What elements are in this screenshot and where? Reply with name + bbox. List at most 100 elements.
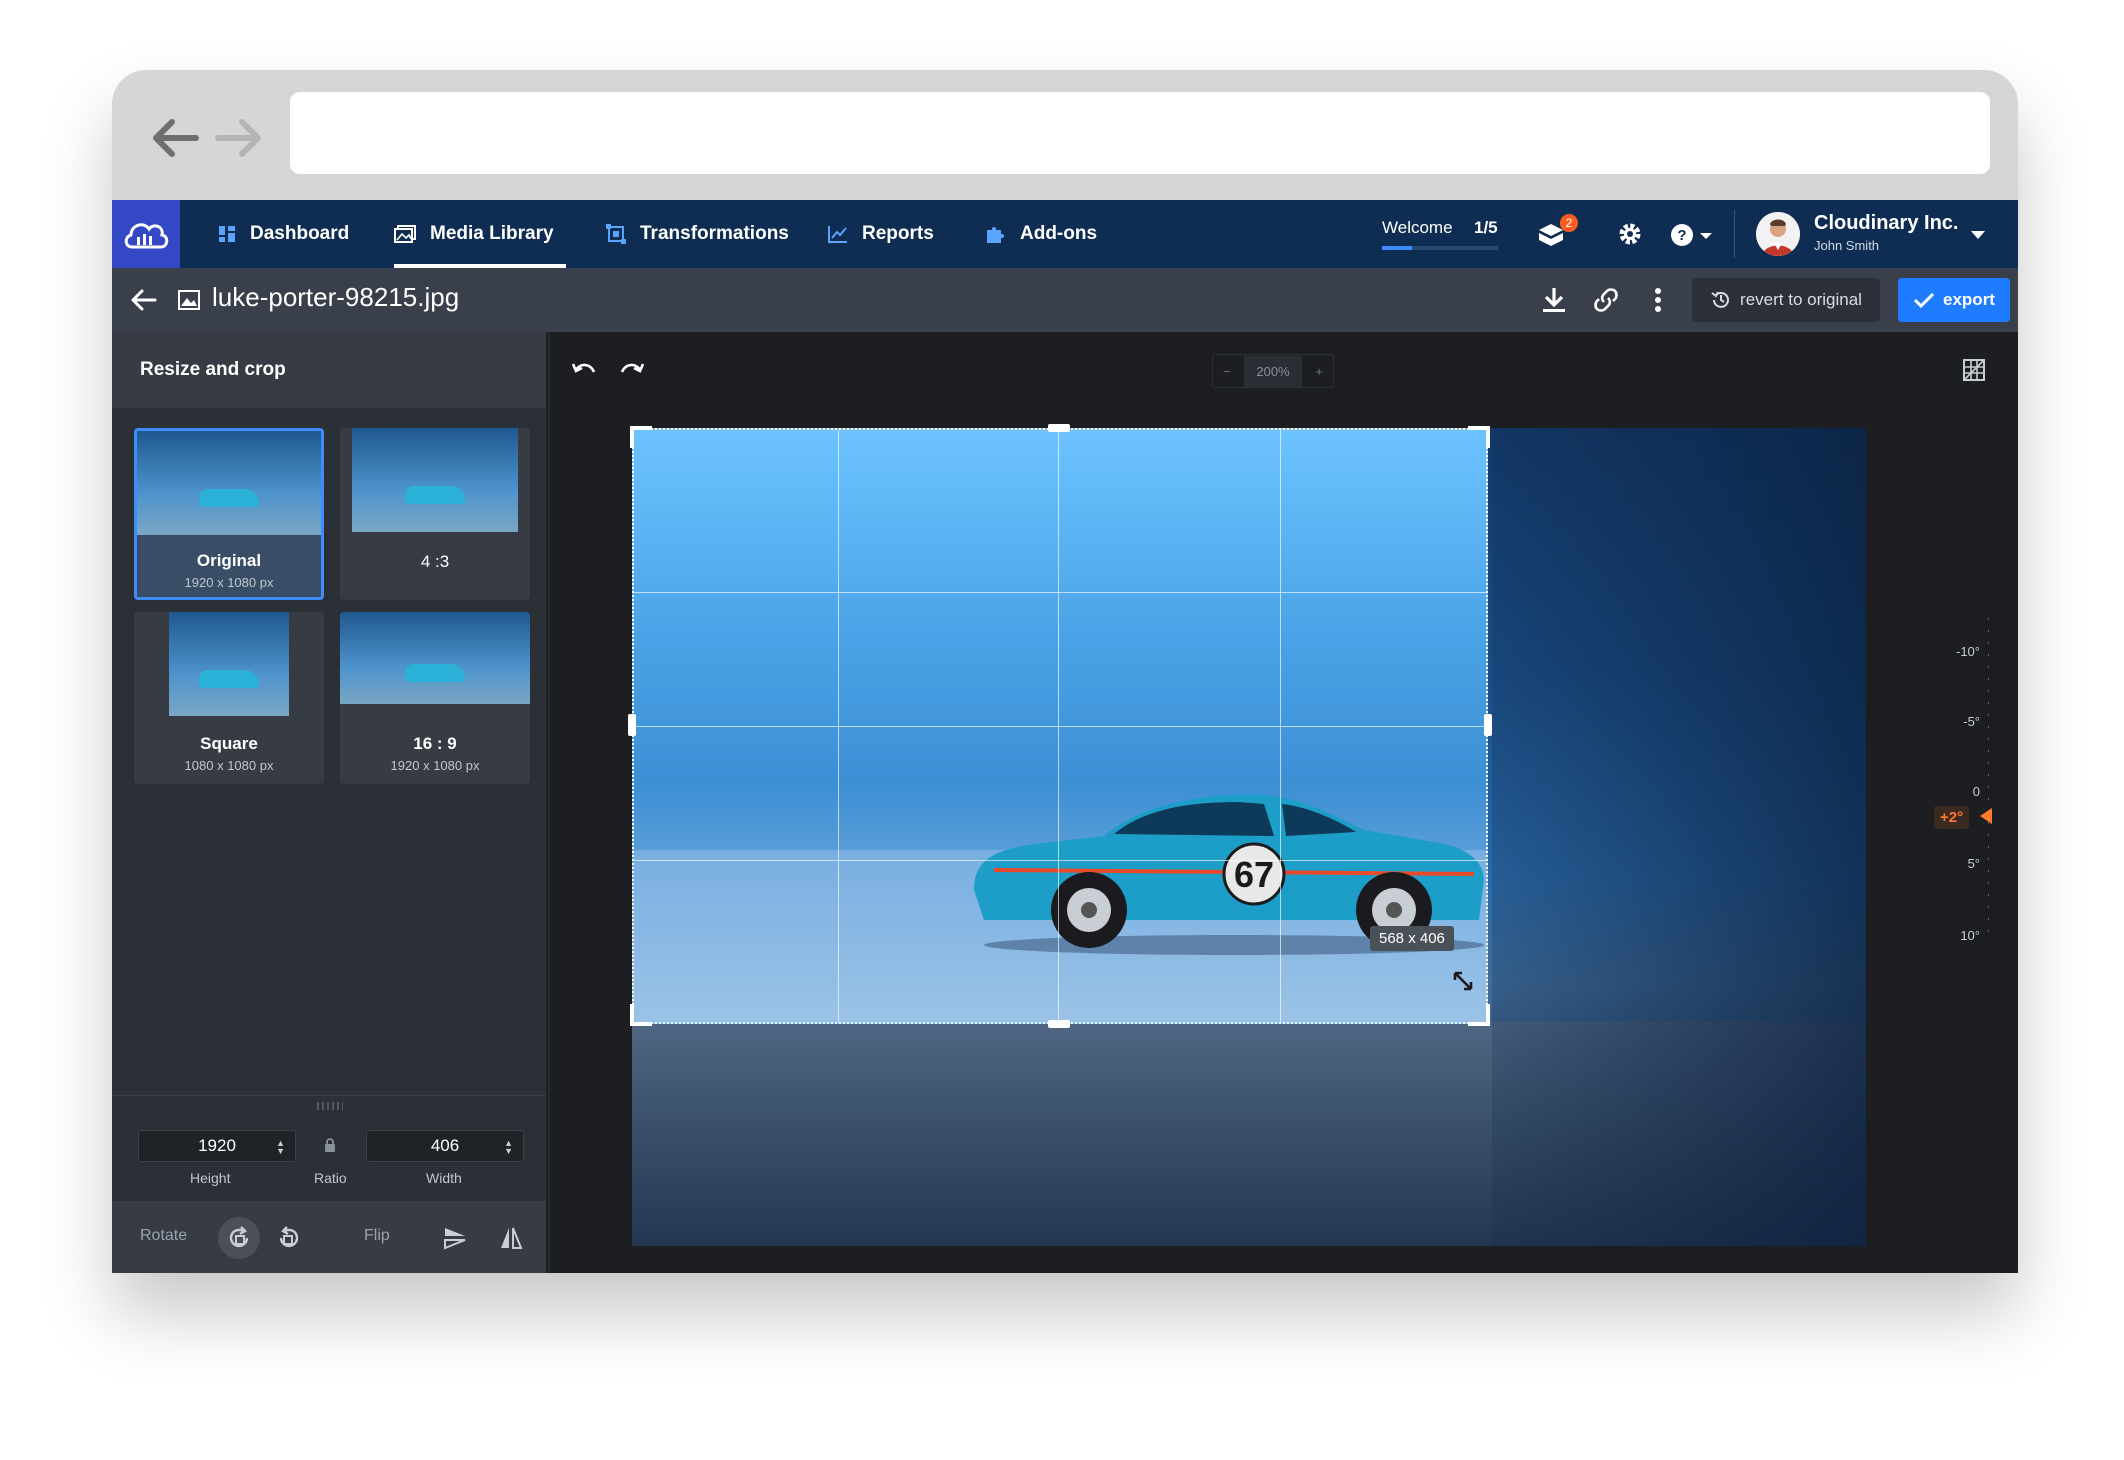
reports-icon [828, 226, 847, 243]
link-icon [1594, 288, 1618, 312]
chevron-down-icon[interactable] [1970, 230, 1986, 240]
app-window: Dashboard Media Library Transformations … [112, 200, 2018, 1273]
lock-icon[interactable] [324, 1138, 336, 1152]
checkmark-icon [1913, 292, 1935, 309]
gear-icon[interactable] [1616, 220, 1644, 248]
cloudinary-logo[interactable] [112, 200, 180, 268]
rotate-clockwise-icon [229, 1226, 249, 1248]
image-file-icon [178, 290, 200, 310]
crop-corner-top-left[interactable] [630, 426, 652, 448]
angle-pointer-icon[interactable] [1980, 808, 1992, 824]
preset-label: Square [200, 734, 258, 753]
back-arrow-icon[interactable] [146, 108, 206, 168]
more-options-button[interactable] [1642, 284, 1674, 316]
redo-icon[interactable] [618, 360, 646, 380]
preset-thumbnail [352, 428, 518, 532]
crop-handle-right[interactable] [1484, 714, 1492, 736]
height-label: Height [190, 1170, 231, 1186]
browser-window: Dashboard Media Library Transformations … [112, 70, 2018, 1273]
export-label: export [1943, 290, 1995, 309]
nav-item-transformations[interactable]: Transformations [606, 200, 789, 268]
zoom-in-button[interactable]: + [1315, 364, 1323, 379]
ruler-tick-label: 5° [1967, 856, 1980, 871]
browser-chrome [112, 70, 2018, 200]
crop-corner-bottom-left[interactable] [630, 1004, 652, 1026]
nav-item-label: Add-ons [1020, 223, 1098, 244]
preset-thumbnail [340, 612, 530, 704]
forward-arrow-icon[interactable] [208, 108, 268, 168]
undo-icon[interactable] [570, 360, 598, 380]
nav-item-addons[interactable]: Add-ons [984, 200, 1097, 268]
preset-original[interactable]: Original 1920 x 1080 px [134, 428, 324, 600]
preset-16-9[interactable]: 16 : 9 1920 x 1080 px [340, 612, 530, 784]
revert-label: revert to original [1740, 290, 1862, 309]
crop-gridline [634, 860, 1486, 861]
addons-icon [987, 227, 1004, 243]
resize-cursor-icon [1453, 971, 1473, 991]
copy-link-button[interactable] [1590, 284, 1622, 316]
account-separator [1734, 210, 1735, 258]
height-input[interactable]: 1920 ▲ ▼ [138, 1130, 296, 1162]
crop-handle-left[interactable] [628, 714, 636, 736]
ratio-label: Ratio [314, 1170, 347, 1186]
account-name[interactable]: Cloudinary Inc. [1814, 212, 1958, 235]
sidebar-title: Resize and crop [112, 332, 546, 408]
grid-toggle-icon[interactable] [1962, 358, 1986, 382]
media-library-icon [394, 225, 416, 243]
flip-horizontal-button[interactable] [490, 1217, 532, 1259]
crop-handle-bottom[interactable] [1048, 1020, 1070, 1028]
width-input[interactable]: 406 ▲ ▼ [366, 1130, 524, 1162]
nav-item-media-library[interactable]: Media Library [394, 200, 566, 268]
preset-square[interactable]: Square 1080 x 1080 px [134, 612, 324, 784]
rotate-clockwise-button[interactable] [218, 1217, 260, 1259]
welcome-progress-label[interactable]: Welcome [1382, 218, 1453, 238]
welcome-progress-count: 1/5 [1474, 218, 1498, 237]
cloud-logo-icon [124, 223, 169, 249]
download-button[interactable] [1538, 284, 1570, 316]
zoom-value[interactable]: 200% [1244, 355, 1302, 387]
zoom-out-button[interactable]: − [1223, 364, 1231, 379]
crop-corner-bottom-right[interactable] [1468, 1004, 1490, 1026]
current-angle-tag: +2° [1934, 806, 1970, 829]
preset-4-3[interactable]: 4 :3 [340, 428, 530, 600]
avatar[interactable] [1756, 212, 1800, 256]
flip-horizontal-icon [501, 1227, 523, 1249]
panel-drag-handle[interactable] [317, 1102, 343, 1110]
preset-label: 4 :3 [420, 552, 450, 571]
rotate-flip-panel: Rotate Flip [112, 1201, 546, 1273]
preset-size: 1920 x 1080 px [184, 575, 274, 590]
zoom-control: − 200% + [1212, 354, 1334, 388]
ruler-tick-label: -5° [1963, 714, 1980, 729]
transformations-icon [606, 224, 626, 244]
account-user: John Smith [1814, 238, 1880, 253]
user-avatar-icon [1756, 212, 1800, 256]
preset-size: 1080 x 1080 px [184, 758, 274, 773]
preset-thumbnail [169, 612, 289, 716]
notification-badge: 2 [1560, 214, 1578, 232]
rotate-counterclockwise-button[interactable] [268, 1217, 310, 1259]
rotate-label: Rotate [140, 1227, 188, 1244]
preset-size: 1920 x 1080 px [390, 758, 480, 773]
stepper-arrows-icon[interactable]: ▲ ▼ [504, 1139, 513, 1156]
back-icon[interactable] [130, 286, 158, 314]
ruler-ticks [1988, 618, 1989, 938]
flip-vertical-button[interactable] [434, 1217, 476, 1259]
svg-text:?: ? [1677, 227, 1686, 244]
nav-item-label: Transformations [640, 223, 789, 244]
address-bar[interactable] [290, 92, 1990, 174]
kebab-menu-icon [1655, 288, 1661, 312]
help-icon[interactable]: ? [1670, 222, 1714, 248]
crop-selection[interactable]: 67 568 x 406 [632, 428, 1488, 1024]
crop-corner-top-right[interactable] [1468, 426, 1490, 448]
crop-handle-top[interactable] [1048, 424, 1070, 432]
height-value: 1920 [198, 1136, 236, 1155]
revert-to-original-button[interactable]: revert to original [1692, 278, 1880, 322]
nav-item-reports[interactable]: Reports [828, 200, 934, 268]
stepper-arrows-icon[interactable]: ▲ ▼ [276, 1139, 285, 1156]
resize-crop-sidebar: Resize and crop Original 1920 x 1080 px … [112, 332, 548, 1273]
nav-item-dashboard[interactable]: Dashboard [218, 200, 349, 268]
crop-gridline [634, 592, 1486, 593]
export-button[interactable]: export [1898, 278, 2010, 322]
preset-label: 16 : 9 [413, 734, 457, 753]
nav-item-label: Reports [862, 223, 934, 244]
